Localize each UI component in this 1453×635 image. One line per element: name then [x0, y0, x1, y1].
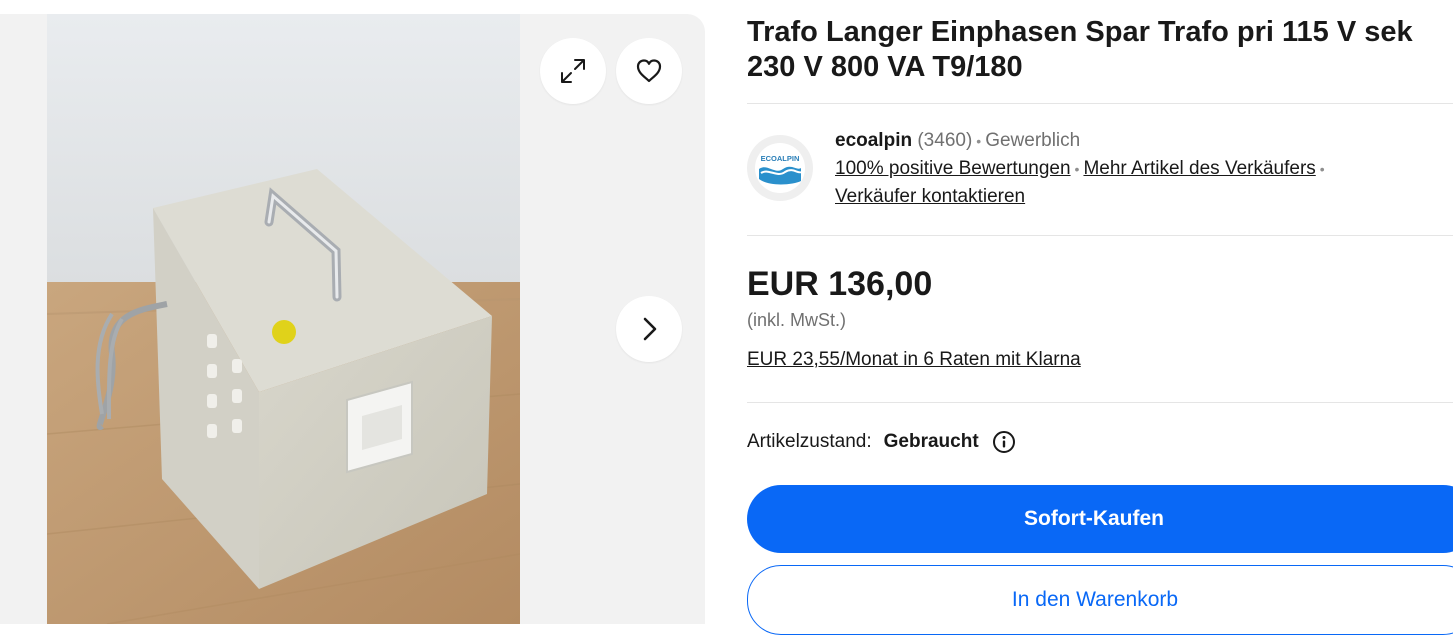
seller-name[interactable]: ecoalpin — [835, 130, 912, 151]
divider — [747, 103, 1453, 104]
divider — [747, 402, 1453, 403]
ecoalpin-logo: ECOALPIN — [755, 143, 805, 193]
image-gallery — [0, 14, 705, 624]
seller-line: ecoalpin (3460) • Gewerblich — [835, 127, 1445, 155]
chevron-right-icon — [643, 317, 657, 341]
add-to-cart-label: In den Warenkorb — [1011, 588, 1179, 611]
buy-now-label: Sofort-Kaufen — [1024, 507, 1164, 530]
product-image — [47, 14, 520, 624]
tax-note: (inkl. MwSt.) — [747, 310, 846, 330]
product-photo[interactable] — [47, 14, 520, 624]
seller-type: Gewerblich — [985, 130, 1081, 151]
feedback-link[interactable]: 100% positive Bewertungen — [835, 158, 1071, 179]
heart-icon — [636, 59, 662, 83]
watch-button[interactable] — [616, 38, 682, 104]
separator-dot: • — [976, 133, 982, 149]
installment-link[interactable]: EUR 23,55/Monat in 6 Raten mit Klarna — [747, 349, 1081, 371]
more-items-link[interactable]: Mehr Artikel des Verkäufers — [1083, 158, 1315, 179]
condition-label: Artikelzustand: — [747, 431, 872, 452]
logo-text: ECOALPIN — [761, 154, 800, 163]
condition-row: Artikelzustand: Gebraucht — [747, 430, 1016, 454]
expand-arrows-icon — [561, 59, 585, 83]
seller-rating-count: (3460) — [917, 130, 973, 151]
seller-logo[interactable]: ECOALPIN — [747, 135, 813, 201]
buy-now-button[interactable]: Sofort-Kaufen — [747, 485, 1453, 553]
listing-details: Trafo Langer Einphasen Spar Trafo pri 11… — [747, 0, 1453, 635]
listing-title: Trafo Langer Einphasen Spar Trafo pri 11… — [747, 16, 1413, 83]
condition-value: Gebraucht — [883, 431, 979, 452]
seller-links: 100% positive Bewertungen • Mehr Artikel d… — [835, 155, 1445, 183]
separator-dot: • — [1319, 161, 1325, 177]
price: EUR 136,00 — [747, 265, 933, 303]
expand-button[interactable] — [540, 38, 606, 104]
contact-seller-link[interactable]: Verkäufer kontaktieren — [835, 186, 1025, 207]
info-circle-icon[interactable] — [992, 430, 1016, 454]
divider — [747, 235, 1453, 236]
separator-dot: • — [1074, 161, 1080, 177]
next-image-button[interactable] — [616, 296, 682, 362]
add-to-cart-button[interactable]: In den Warenkorb — [747, 565, 1453, 635]
seller-info: ecoalpin (3460) • Gewerblich 100% positive… — [835, 127, 1445, 211]
